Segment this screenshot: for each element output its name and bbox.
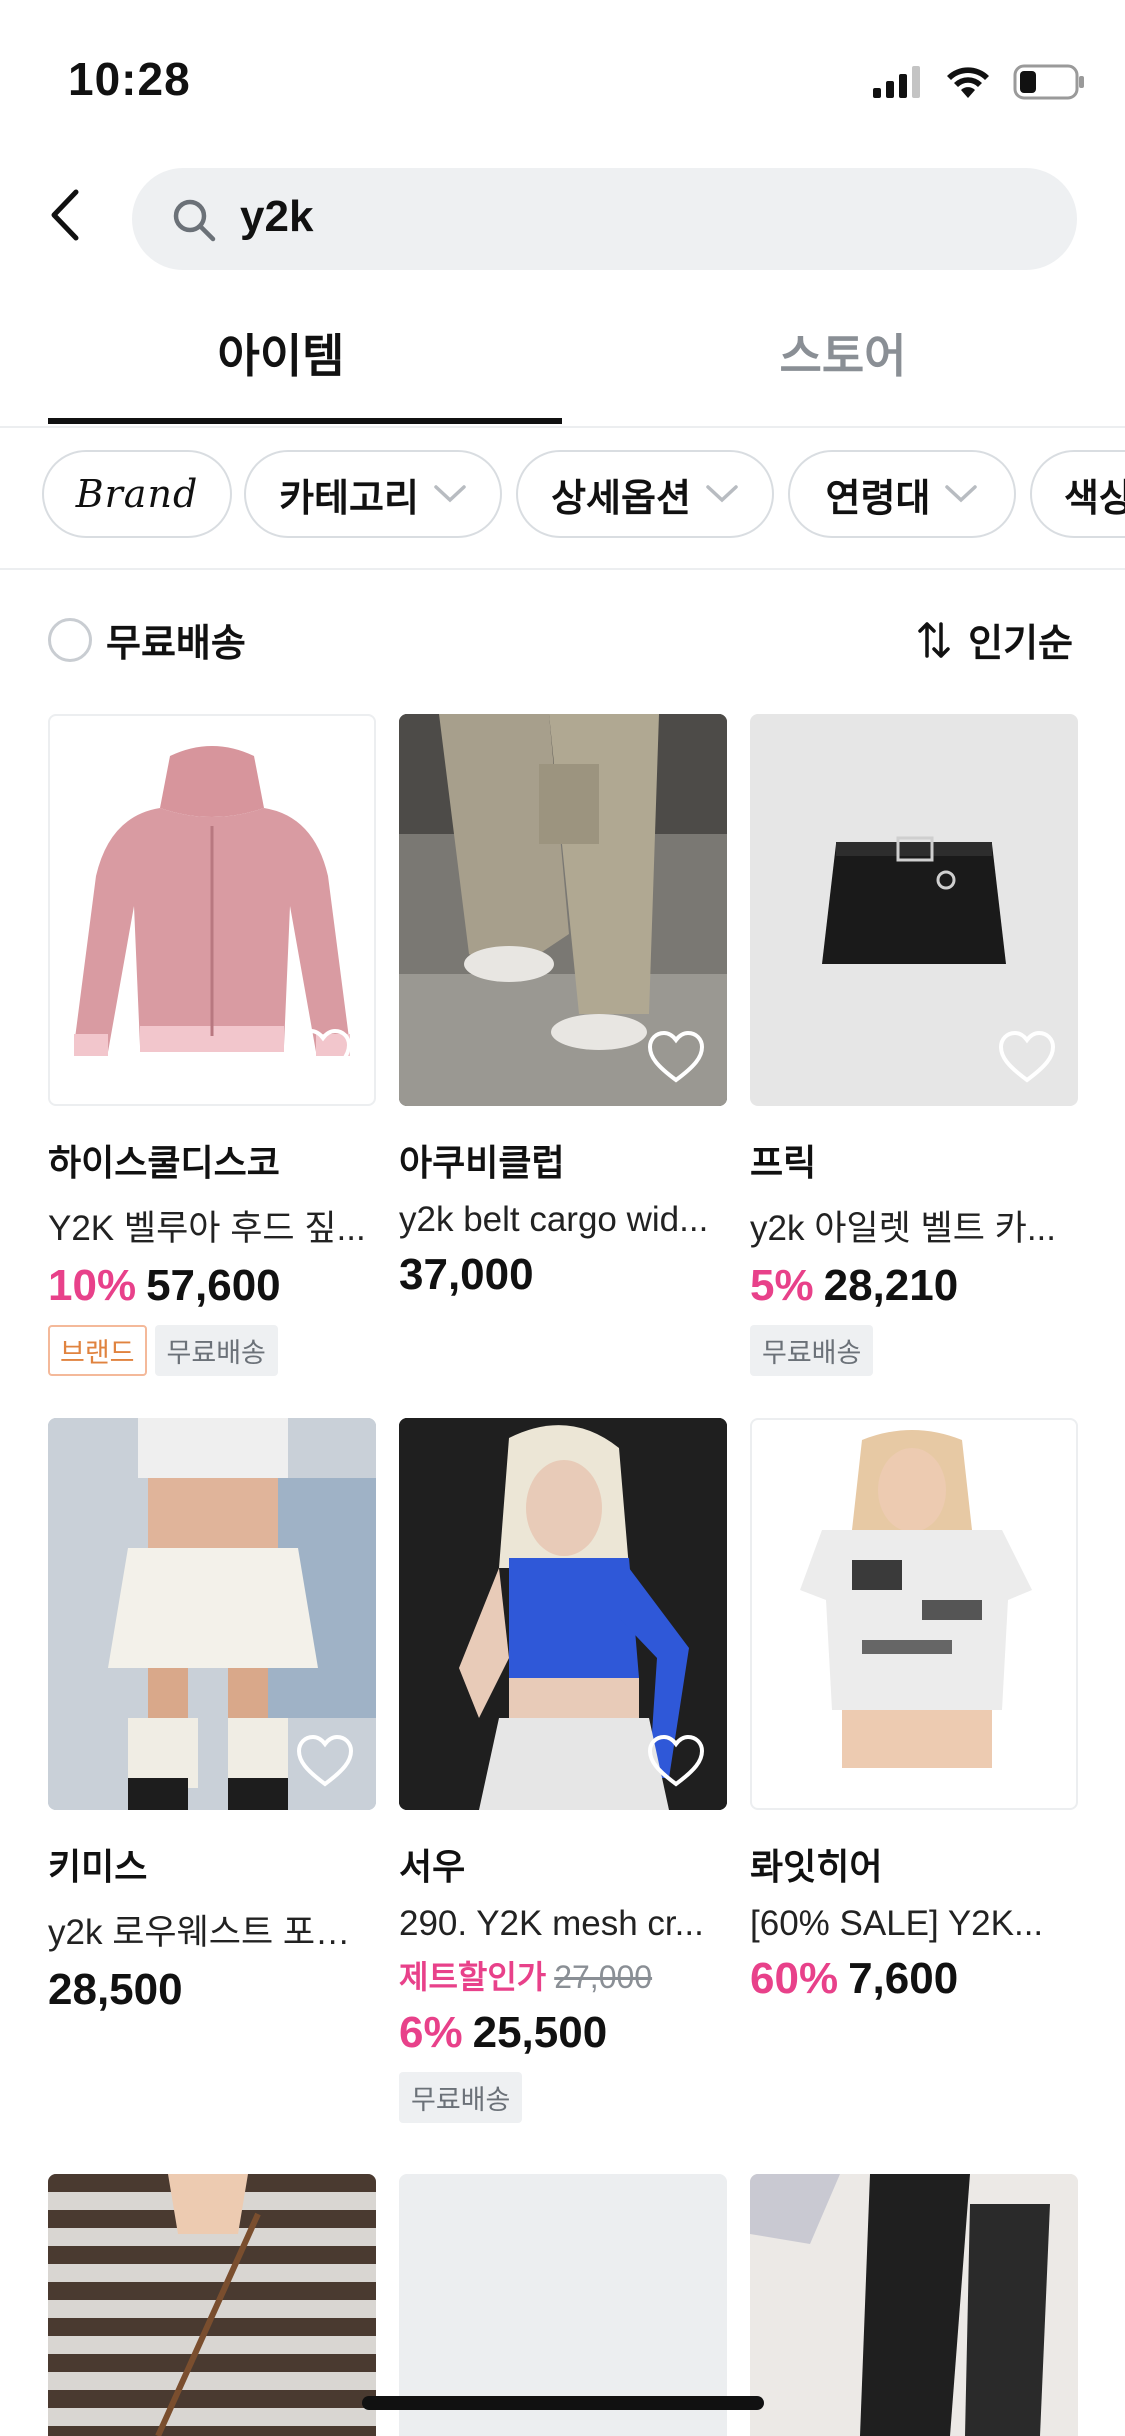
price: 25,500 — [472, 2008, 608, 2057]
product-name: y2k 로우웨스트 포켓... — [48, 1913, 376, 1952]
battery-icon — [1013, 64, 1084, 100]
status-bar: 10:28 — [0, 0, 1125, 150]
product-card[interactable] — [750, 2174, 1078, 2436]
striped-top-photo — [48, 2174, 376, 2436]
free-shipping-toggle[interactable]: 무료배송 — [48, 612, 246, 667]
product-card[interactable]: 롸잇히어 [60% SALE] Y2K... 60% 7,600 — [750, 1418, 1078, 2004]
product-image — [48, 1418, 376, 1810]
product-store: 서우 — [399, 1846, 466, 1887]
status-time: 10:28 — [68, 53, 191, 105]
filter-category[interactable]: 카테고리 — [244, 450, 502, 538]
heart-icon[interactable] — [294, 1028, 352, 1082]
product-store: 키미스 — [48, 1846, 148, 1887]
original-price: 27,000 — [554, 1959, 653, 1995]
filter-category-label: 카테고리 — [279, 477, 419, 520]
tab-active-indicator — [48, 418, 562, 424]
price: 7,600 — [848, 1954, 959, 2003]
product-name: y2k belt cargo wid... — [399, 1200, 709, 1239]
product-image — [750, 1418, 1078, 1810]
price: 57,600 — [146, 1261, 281, 1310]
discount-rate: 60% — [750, 1954, 839, 2003]
badge-row: 브랜드 무료배송 — [48, 1325, 376, 1376]
product-card[interactable]: 서우 290. Y2K mesh cr... 제트할인가 27,000 6% 25,… — [399, 1418, 727, 2123]
filter-detail-options[interactable]: 상세옵션 — [516, 450, 774, 538]
heart-icon[interactable] — [647, 1030, 705, 1084]
search-input[interactable]: y2k — [132, 168, 1077, 270]
heart-icon[interactable] — [647, 1734, 705, 1788]
signal-icon — [873, 66, 920, 98]
brand-badge: 브랜드 — [48, 1325, 147, 1376]
product-name: 290. Y2K mesh cr... — [399, 1904, 704, 1943]
sort-label: 인기순 — [968, 623, 1073, 665]
product-price-row: 5% 28,210 — [750, 1261, 1078, 1311]
zet-discount-label: 제트할인가 — [399, 1959, 547, 1995]
free-shipping-label: 무료배송 — [106, 623, 246, 665]
badge-row: 무료배송 — [399, 2072, 727, 2123]
product-price-row: 60% 7,600 — [750, 1954, 1078, 2004]
free-shipping-badge: 무료배송 — [154, 1325, 278, 1376]
free-shipping-badge: 무료배송 — [750, 1325, 874, 1376]
back-arrow-icon[interactable] — [40, 180, 100, 250]
product-name: Y2K 벨루아 후드 짚... — [48, 1209, 366, 1248]
search-icon — [173, 199, 216, 242]
product-image — [48, 2174, 376, 2436]
product-card[interactable]: 하이스쿨디스코 Y2K 벨루아 후드 짚... 10% 57,600 브랜드 무료… — [48, 714, 376, 1376]
sort-button[interactable]: 인기순 — [918, 612, 1073, 667]
filter-brand-label: Brand — [75, 472, 199, 516]
product-price-row: 28,500 — [48, 1965, 376, 2015]
discount-rate: 5% — [750, 1261, 814, 1310]
filter-bar: Brand 카테고리 상세옵션 연령대 색상 — [0, 426, 1125, 570]
badge-row: 무료배송 — [750, 1325, 1078, 1376]
price: 28,500 — [48, 1965, 183, 2014]
product-price-row: 10% 57,600 — [48, 1261, 376, 1311]
boots-photo — [750, 2174, 1078, 2436]
chevron-down-icon — [706, 485, 738, 503]
product-price-row: 37,000 — [399, 1250, 727, 1300]
filter-age-label: 연령대 — [825, 477, 931, 520]
filter-age[interactable]: 연령대 — [788, 450, 1016, 538]
chevron-down-icon — [434, 485, 466, 503]
product-price-row: 6% 25,500 — [399, 2008, 727, 2058]
search-query: y2k — [240, 192, 314, 241]
wifi-icon — [947, 67, 989, 98]
product-card[interactable]: 아쿠비클럽 y2k belt cargo wid... 37,000 — [399, 714, 727, 1300]
filter-brand[interactable]: Brand — [42, 450, 232, 538]
product-name: [60% SALE] Y2K... — [750, 1904, 1044, 1943]
chevron-down-icon — [945, 485, 978, 503]
sort-icon — [918, 621, 950, 658]
product-image — [750, 2174, 1078, 2436]
filter-color-label: 색상 — [1064, 477, 1125, 520]
price: 37,000 — [399, 1250, 534, 1299]
product-image — [399, 714, 727, 1106]
filter-detail-options-label: 상세옵션 — [551, 477, 691, 520]
product-card[interactable]: 키미스 y2k 로우웨스트 포켓... 28,500 — [48, 1418, 376, 2015]
product-store: 하이스쿨디스코 — [48, 1142, 280, 1183]
product-image — [750, 714, 1078, 1106]
discount-rate: 10% — [48, 1261, 137, 1310]
tab-bar: 아이템 스토어 — [0, 300, 1125, 428]
free-shipping-badge: 무료배송 — [399, 2072, 523, 2123]
product-name: y2k 아일렛 벨트 카... — [750, 1209, 1057, 1248]
product-store: 아쿠비클럽 — [399, 1142, 565, 1183]
product-image — [399, 1418, 727, 1810]
heart-icon[interactable] — [998, 1030, 1056, 1084]
product-card[interactable] — [48, 2174, 376, 2436]
zet-discount-row: 제트할인가 27,000 — [399, 1952, 727, 1998]
product-image — [48, 714, 376, 1106]
product-card[interactable]: 프릭 y2k 아일렛 벨트 카... 5% 28,210 무료배송 — [750, 714, 1078, 1376]
product-store: 롸잇히어 — [750, 1846, 883, 1887]
status-icons — [873, 62, 1085, 102]
tab-stores[interactable]: 스토어 — [562, 320, 1124, 386]
product-store: 프릭 — [750, 1142, 817, 1183]
discount-rate: 6% — [399, 2008, 463, 2057]
heart-icon[interactable] — [996, 1732, 1054, 1786]
price: 28,210 — [823, 1261, 959, 1310]
heart-icon[interactable] — [296, 1734, 354, 1788]
radio-icon — [48, 617, 92, 662]
tab-items[interactable]: 아이템 — [0, 320, 562, 386]
home-indicator — [362, 2396, 764, 2410]
filter-color[interactable]: 색상 — [1030, 450, 1125, 538]
